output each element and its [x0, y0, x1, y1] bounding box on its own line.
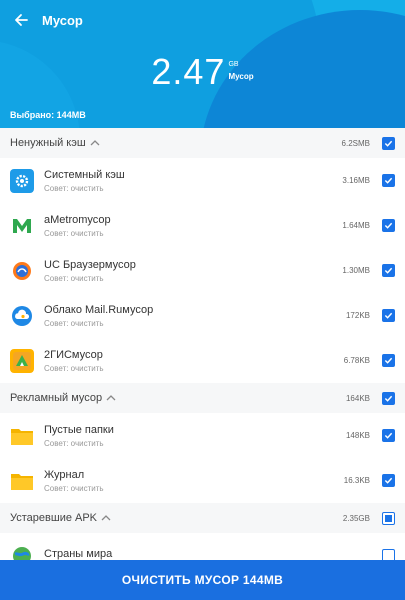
- item-advice: Совет: очистить: [44, 438, 104, 448]
- item-name: Страны мира: [44, 548, 113, 560]
- item-size: 16.3KB: [343, 476, 370, 485]
- item-advice: Совет: очистить: [44, 228, 104, 238]
- item-size: 1.64MB: [342, 221, 370, 230]
- item-advice: Совет: очистить: [44, 483, 104, 493]
- list-item[interactable]: Страны мира: [0, 533, 405, 560]
- section-checkbox[interactable]: [382, 136, 395, 150]
- item-checkbox[interactable]: [382, 474, 395, 487]
- section-title: Устаревшие APK: [10, 512, 98, 524]
- item-advice: Совет: очистить: [44, 363, 104, 373]
- list-item[interactable]: Пустые папки Совет: очистить 148KB: [0, 413, 405, 458]
- globe-icon: [10, 544, 34, 560]
- folder-icon: [10, 469, 34, 493]
- item-name: Облако Mail.Ruмусор: [44, 303, 154, 316]
- top-app-bar: Мусор: [0, 0, 405, 40]
- junk-size-value: 2.47: [151, 51, 226, 92]
- page-title: Мусор: [42, 12, 83, 28]
- list-item[interactable]: Журнал Совет: очистить 16.3KB: [0, 458, 405, 503]
- section-checkbox[interactable]: [382, 391, 395, 405]
- junk-list[interactable]: Ненужный кэш 6.2SMB Системный кэш Совет:…: [0, 128, 405, 560]
- folder-icon: [10, 424, 34, 448]
- mail-cloud-icon: [10, 303, 34, 328]
- list-item[interactable]: Системный кэш Совет: очистить 3.16MB: [0, 158, 405, 203]
- item-size: 6.78KB: [343, 356, 370, 365]
- section-header-cache[interactable]: Ненужный кэш 6.2SMB: [0, 128, 405, 158]
- item-advice: Совет: очистить: [44, 183, 104, 193]
- section-size: 6.2SMB: [341, 138, 370, 148]
- item-name: 2ГИСмусор: [44, 348, 103, 361]
- section-header-ads[interactable]: Рекламный мусор 164KB: [0, 383, 405, 413]
- section-checkbox[interactable]: [382, 511, 395, 525]
- section-title: Рекламный мусор: [10, 392, 103, 404]
- item-size: 172KB: [345, 311, 370, 320]
- item-checkbox[interactable]: [382, 309, 395, 322]
- list-item[interactable]: 2ГИСмусор Совет: очистить 6.78KB: [0, 338, 405, 383]
- section-title: Ненужный кэш: [10, 137, 86, 149]
- junk-size-display: 2.47 GB Мусор: [0, 52, 405, 92]
- 2gis-icon: [10, 348, 34, 373]
- item-checkbox[interactable]: [382, 174, 395, 187]
- item-checkbox[interactable]: [382, 264, 395, 277]
- junk-size-label: Мусор: [228, 72, 254, 81]
- settings-gear-icon: [10, 168, 34, 193]
- section-header-apk[interactable]: Устаревшие APK 2.35GB: [0, 503, 405, 533]
- list-item[interactable]: UC Браузермусор Совет: очистить 1.30MB: [0, 248, 405, 293]
- item-name: Журнал: [44, 468, 85, 481]
- header: Мусор 2.47 GB Мусор Выбрано: 144MB: [0, 0, 405, 128]
- item-checkbox[interactable]: [382, 549, 395, 560]
- item-advice: Совет: очистить: [44, 318, 104, 328]
- chevron-up-icon[interactable]: [101, 512, 113, 524]
- clean-junk-button[interactable]: ОЧИСТИТЬ МУСОР 144MB: [0, 560, 405, 600]
- junk-size-unit: GB: [228, 61, 239, 68]
- item-name: aMetromусор: [44, 213, 111, 226]
- list-item[interactable]: Облако Mail.Ruмусор Совет: очистить 172K…: [0, 293, 405, 338]
- item-size: 148KB: [345, 431, 370, 440]
- item-checkbox[interactable]: [382, 429, 395, 442]
- item-checkbox[interactable]: [382, 354, 395, 367]
- item-name: Системный кэш: [44, 168, 125, 181]
- chevron-up-icon[interactable]: [90, 137, 102, 149]
- chevron-up-icon[interactable]: [106, 392, 118, 404]
- ametro-icon: [10, 213, 34, 238]
- section-size: 164KB: [345, 393, 370, 403]
- uc-browser-icon: [10, 258, 34, 283]
- list-item[interactable]: aMetromусор Совет: очистить 1.64MB: [0, 203, 405, 248]
- item-checkbox[interactable]: [382, 219, 395, 232]
- item-size: 3.16MB: [342, 176, 370, 185]
- item-size: 1.30MB: [342, 266, 370, 275]
- item-name: UC Браузермусор: [44, 258, 136, 271]
- section-size: 2.35GB: [342, 513, 370, 523]
- selected-size-label: Выбрано: 144MB: [10, 110, 86, 120]
- item-advice: Совет: очистить: [44, 273, 104, 283]
- back-arrow-icon[interactable]: [10, 9, 32, 31]
- item-name: Пустые папки: [44, 423, 114, 436]
